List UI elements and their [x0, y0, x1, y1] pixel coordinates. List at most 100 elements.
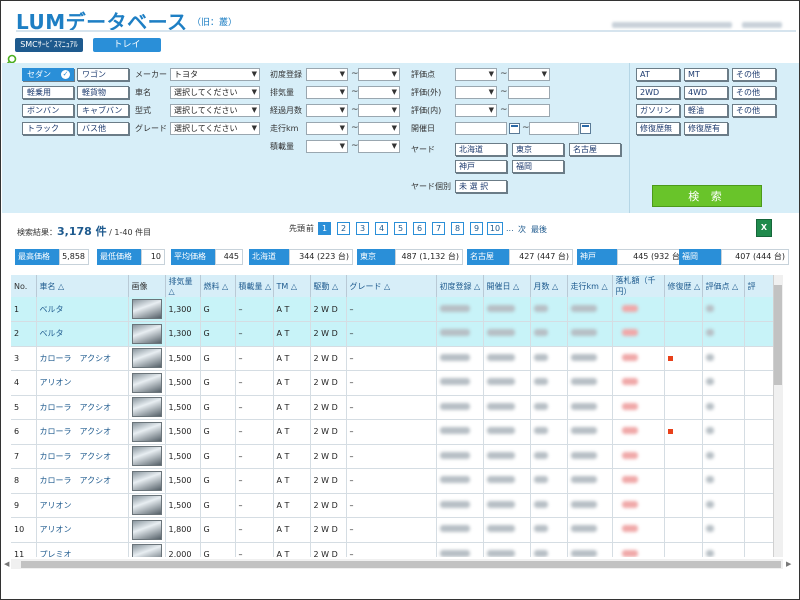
maker-select[interactable]: トヨタ ▼ [170, 68, 260, 81]
score-int-to-select[interactable] [508, 104, 550, 117]
calendar-icon[interactable] [509, 123, 520, 134]
row-name-link[interactable]: カローラ アクシオ [36, 468, 129, 494]
car-thumbnail[interactable] [131, 299, 162, 319]
score-to-select[interactable]: ▼ [508, 68, 550, 81]
car-thumbnail[interactable] [131, 323, 162, 344]
col-date-sort[interactable]: 開催日 △ [483, 275, 531, 297]
page-4[interactable]: 4 [375, 222, 388, 235]
row-image[interactable] [128, 419, 166, 445]
row-image[interactable] [128, 468, 166, 494]
car-thumbnail[interactable] [131, 544, 162, 557]
row-name-link[interactable]: ベルタ [36, 321, 129, 347]
yard-individual-button[interactable]: 未 選 択 [455, 180, 507, 193]
option-diesel[interactable]: 軽油 [684, 104, 728, 117]
table-row[interactable]: 2 ベルタ 1,300 G – A T2 W D – [11, 321, 773, 347]
option-fuel-other[interactable]: その他 [732, 104, 776, 117]
row-name-link[interactable]: アリオン [36, 517, 129, 543]
option-mt[interactable]: MT [684, 68, 728, 81]
yard-fukuoka[interactable]: 福岡 [512, 160, 564, 173]
mileage-to-select[interactable]: ▼ [358, 122, 400, 135]
category-bonban[interactable]: ボンバン [22, 104, 74, 117]
excel-export-icon[interactable]: X [756, 219, 772, 237]
row-image[interactable] [128, 542, 166, 557]
horizontal-scroll-thumb[interactable] [21, 561, 781, 568]
row-image[interactable] [128, 370, 166, 396]
page-3[interactable]: 3 [356, 222, 369, 235]
category-wagon[interactable]: ワゴン [77, 68, 129, 81]
option-no-repair[interactable]: 修復歴無 [636, 122, 680, 135]
yard-tokyo[interactable]: 東京 [512, 143, 564, 156]
row-name-link[interactable]: カローラ アクシオ [36, 444, 129, 469]
score-ext-to-select[interactable] [508, 86, 550, 99]
score-from-select[interactable]: ▼ [455, 68, 497, 81]
pager-next[interactable]: 次 [518, 224, 526, 235]
model-select[interactable]: 選択してください ▼ [170, 86, 260, 99]
car-thumbnail[interactable] [131, 397, 162, 418]
table-row[interactable]: 3 カローラ アクシオ 1,500 G – A T2 W D – [11, 346, 773, 371]
col-months-sort[interactable]: 月数 △ [530, 275, 568, 297]
page-8[interactable]: 8 [451, 222, 464, 235]
score-ext-from-select[interactable]: ▼ [455, 86, 497, 99]
scroll-right-arrow-icon[interactable]: ▶ [786, 560, 791, 568]
row-image[interactable] [128, 395, 166, 420]
page-2[interactable]: 2 [337, 222, 350, 235]
category-bus[interactable]: バス他 [77, 122, 129, 135]
row-name-link[interactable]: カローラ アクシオ [36, 419, 129, 445]
car-thumbnail[interactable] [131, 470, 162, 491]
col-mileage-sort[interactable]: 走行km △ [567, 275, 613, 297]
row-image[interactable] [128, 346, 166, 371]
row-image[interactable] [128, 297, 166, 322]
table-row[interactable]: 1 ベルタ 1,300 G – A T2 W D – [11, 297, 773, 322]
category-truck[interactable]: トラック [22, 122, 74, 135]
table-row[interactable]: 7 カローラ アクシオ 1,500 G – A T2 W D – [11, 444, 773, 469]
option-4wd[interactable]: 4WD [684, 86, 728, 99]
row-image[interactable] [128, 493, 166, 518]
row-name-link[interactable]: プレミオ [36, 542, 129, 557]
search-button[interactable]: 検 索 [652, 185, 762, 207]
months-to-select[interactable]: ▼ [358, 104, 400, 117]
col-tm-sort[interactable]: TM △ [273, 275, 311, 297]
vertical-scroll-thumb[interactable] [774, 285, 782, 385]
date-to-input[interactable] [529, 122, 579, 135]
col-fuel-sort[interactable]: 燃料 △ [200, 275, 236, 297]
table-row[interactable]: 9 アリオン 1,500 G – A T2 W D – [11, 493, 773, 518]
col-more[interactable]: 評 [744, 275, 773, 297]
option-2wd[interactable]: 2WD [636, 86, 680, 99]
displacement-from-select[interactable]: ▼ [306, 86, 348, 99]
category-kei-passenger[interactable]: 軽乗用 [22, 86, 74, 99]
row-image[interactable] [128, 321, 166, 347]
first-reg-to-select[interactable]: ▼ [358, 68, 400, 81]
scroll-left-arrow-icon[interactable]: ◀ [4, 560, 9, 568]
yard-hokkaido[interactable]: 北海道 [455, 143, 507, 156]
page-7[interactable]: 7 [432, 222, 445, 235]
calendar-icon[interactable] [580, 123, 591, 134]
col-first-reg-sort[interactable]: 初度登録 △ [436, 275, 484, 297]
page-10[interactable]: 10 [487, 222, 503, 235]
table-row[interactable]: 10 アリオン 1,800 G – A T2 W D – [11, 517, 773, 543]
row-name-link[interactable]: カローラ アクシオ [36, 395, 129, 420]
load-from-select[interactable]: ▼ [306, 140, 348, 153]
displacement-to-select[interactable]: ▼ [358, 86, 400, 99]
row-name-link[interactable]: ベルタ [36, 297, 129, 322]
logout-link-redacted[interactable] [742, 22, 782, 28]
pager-prev[interactable]: 前 [306, 223, 314, 234]
row-image[interactable] [128, 444, 166, 469]
pager-first[interactable]: 先頭 [289, 223, 305, 234]
category-cab-van[interactable]: キャブバン [77, 104, 129, 117]
date-from-input[interactable] [455, 122, 507, 135]
row-name-link[interactable]: カローラ アクシオ [36, 346, 129, 371]
yard-nagoya[interactable]: 名古屋 [569, 143, 621, 156]
page-5[interactable]: 5 [394, 222, 407, 235]
row-image[interactable] [128, 517, 166, 543]
page-1[interactable]: 1 [318, 222, 331, 235]
option-tm-other[interactable]: その他 [732, 68, 776, 81]
col-drive-sort[interactable]: 駆動 △ [310, 275, 347, 297]
car-thumbnail[interactable] [131, 372, 162, 393]
col-repair-sort[interactable]: 修復歴 △ [664, 275, 703, 297]
car-thumbnail[interactable] [131, 519, 162, 540]
category-sedan[interactable]: セダン ✓ [22, 68, 74, 81]
col-score-sort[interactable]: 評価点 △ [702, 275, 745, 297]
row-name-link[interactable]: アリオン [36, 493, 129, 518]
col-name-sort[interactable]: 車名 △ [36, 275, 129, 297]
col-load-sort[interactable]: 積載量 △ [235, 275, 274, 297]
